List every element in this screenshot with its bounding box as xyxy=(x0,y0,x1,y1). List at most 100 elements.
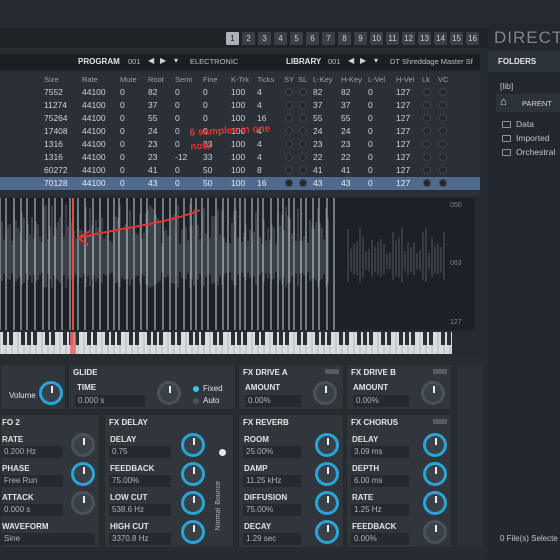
library-number[interactable]: 001 xyxy=(328,57,341,66)
toggle-dot[interactable] xyxy=(439,153,447,161)
fx-reverb-diffusion-knob[interactable] xyxy=(315,491,339,515)
fx-chorus-depth-knob[interactable] xyxy=(423,462,447,486)
toggle-dot[interactable] xyxy=(299,127,307,135)
toggle-dot[interactable] xyxy=(439,101,447,109)
page-tab-11[interactable]: 11 xyxy=(386,32,399,45)
fx-chorus-title: FX CHORUS xyxy=(351,418,399,427)
library-menu-icon[interactable]: ▾ xyxy=(374,56,378,65)
parent-button[interactable]: ⌂ PARENT xyxy=(496,94,560,112)
page-tab-1[interactable]: 1 xyxy=(226,32,239,45)
toggle-dot[interactable] xyxy=(439,114,447,122)
table-row[interactable]: 7552 44100 0 82 0 0 100 4 82 82 0 127 xyxy=(0,86,480,99)
fx-chorus-feedback-knob[interactable] xyxy=(423,520,447,544)
page-tab-4[interactable]: 4 xyxy=(274,32,287,45)
bounce-label[interactable]: Bounce xyxy=(215,481,222,505)
library-next-icon[interactable]: ▶ xyxy=(360,56,366,65)
program-menu-icon[interactable]: ▾ xyxy=(174,56,178,65)
toggle-dot[interactable] xyxy=(423,153,431,161)
toggle-dot[interactable] xyxy=(423,179,431,187)
page-tab-6[interactable]: 6 xyxy=(306,32,319,45)
program-number[interactable]: 001 xyxy=(128,57,141,66)
toggle-dot[interactable] xyxy=(423,88,431,96)
folders-tab[interactable]: FOLDERS xyxy=(488,50,560,72)
toggle-dot[interactable] xyxy=(423,166,431,174)
fx-drive-a-toggle[interactable] xyxy=(325,369,339,374)
toggle-dot[interactable] xyxy=(439,88,447,96)
lfo2-attack-knob[interactable] xyxy=(71,491,95,515)
program-prev-icon[interactable]: ◀ xyxy=(148,56,154,65)
toggle-dot[interactable] xyxy=(423,114,431,122)
toggle-dot[interactable] xyxy=(299,166,307,174)
toggle-dot[interactable] xyxy=(439,179,447,187)
page-tab-7[interactable]: 7 xyxy=(322,32,335,45)
page-tab-13[interactable]: 13 xyxy=(418,32,431,45)
toggle-dot[interactable] xyxy=(285,101,293,109)
page-tab-5[interactable]: 5 xyxy=(290,32,303,45)
toggle-dot[interactable] xyxy=(299,101,307,109)
toggle-dot[interactable] xyxy=(439,166,447,174)
page-tab-12[interactable]: 12 xyxy=(402,32,415,45)
fx-reverb-room-knob[interactable] xyxy=(315,433,339,457)
page-tab-14[interactable]: 14 xyxy=(434,32,447,45)
folder-icon xyxy=(502,149,511,156)
auto-radio-icon[interactable] xyxy=(193,398,199,404)
fx-chorus-toggle[interactable] xyxy=(433,419,447,424)
toggle-dot[interactable] xyxy=(285,179,293,187)
toggle-dot[interactable] xyxy=(299,140,307,148)
toggle-dot[interactable] xyxy=(439,127,447,135)
program-next-icon[interactable]: ▶ xyxy=(160,56,166,65)
folders-tab-label[interactable]: FOLDERS xyxy=(498,57,536,66)
waveform-view[interactable]: 050 063 127 xyxy=(0,198,475,330)
fx-reverb-decay-knob[interactable] xyxy=(315,520,339,544)
glide-time-knob[interactable] xyxy=(157,381,181,405)
normal-label[interactable]: Normal xyxy=(215,508,222,531)
toggle-dot[interactable] xyxy=(299,179,307,187)
lfo2-phase-knob[interactable] xyxy=(71,462,95,486)
toggle-dot[interactable] xyxy=(285,88,293,96)
volume-knob[interactable] xyxy=(39,381,63,405)
fx-delay-highcut-knob[interactable] xyxy=(181,520,205,544)
fx-chorus-feedback-label: FEEDBACK xyxy=(352,522,397,531)
table-row[interactable]: 11274 44100 0 37 0 0 100 4 37 37 0 127 xyxy=(0,99,480,112)
library-prev-icon[interactable]: ◀ xyxy=(348,56,354,65)
fixed-radio-icon[interactable] xyxy=(193,386,199,392)
page-tab-15[interactable]: 15 xyxy=(450,32,463,45)
fx-delay-delay-knob[interactable] xyxy=(181,433,205,457)
fx-delay-lowcut-knob[interactable] xyxy=(181,491,205,515)
fx-chorus-delay-knob[interactable] xyxy=(423,433,447,457)
fx-reverb-damp-knob[interactable] xyxy=(315,462,339,486)
lfo2-rate-knob[interactable] xyxy=(71,433,95,457)
toggle-dot[interactable] xyxy=(285,153,293,161)
fx-drive-b-amount-knob[interactable] xyxy=(421,381,445,405)
fx-drive-a-amount-knob[interactable] xyxy=(313,381,337,405)
page-tab-16[interactable]: 16 xyxy=(466,32,479,45)
table-cell: 23 xyxy=(341,139,351,149)
fx-delay-feedback-knob[interactable] xyxy=(181,462,205,486)
fx-chorus-rate-knob[interactable] xyxy=(423,491,447,515)
toggle-dot[interactable] xyxy=(423,101,431,109)
page-tab-3[interactable]: 3 xyxy=(258,32,271,45)
fixed-label[interactable]: Fixed xyxy=(203,384,223,393)
library-name[interactable]: DT Shreddage Master Sf xyxy=(390,57,473,66)
toggle-dot[interactable] xyxy=(299,153,307,161)
toggle-dot[interactable] xyxy=(423,140,431,148)
page-tab-10[interactable]: 10 xyxy=(370,32,383,45)
program-name[interactable]: ELECTRONIC xyxy=(190,57,238,66)
page-tab-8[interactable]: 8 xyxy=(338,32,351,45)
toggle-dot[interactable] xyxy=(423,127,431,135)
table-cell: 4 xyxy=(257,100,262,110)
toggle-dot[interactable] xyxy=(285,166,293,174)
bounce-radio-icon[interactable] xyxy=(219,449,226,456)
table-row[interactable]: 70128 44100 0 43 0 50 100 16 43 43 0 127 xyxy=(0,177,480,190)
table-row[interactable]: 60272 44100 0 41 0 50 100 8 41 41 0 127 xyxy=(0,164,480,177)
toggle-dot[interactable] xyxy=(299,114,307,122)
toggle-dot[interactable] xyxy=(439,140,447,148)
page-tab-9[interactable]: 9 xyxy=(354,32,367,45)
piano-keyboard[interactable] xyxy=(0,332,452,354)
auto-label[interactable]: Auto xyxy=(203,396,219,405)
table-row[interactable]: 1316 44100 0 23 -12 33 100 4 22 22 0 127 xyxy=(0,151,480,164)
fx-drive-b-toggle[interactable] xyxy=(433,369,447,374)
lfo2-waveform-select[interactable]: Sine xyxy=(1,533,95,545)
page-tab-2[interactable]: 2 xyxy=(242,32,255,45)
toggle-dot[interactable] xyxy=(299,88,307,96)
